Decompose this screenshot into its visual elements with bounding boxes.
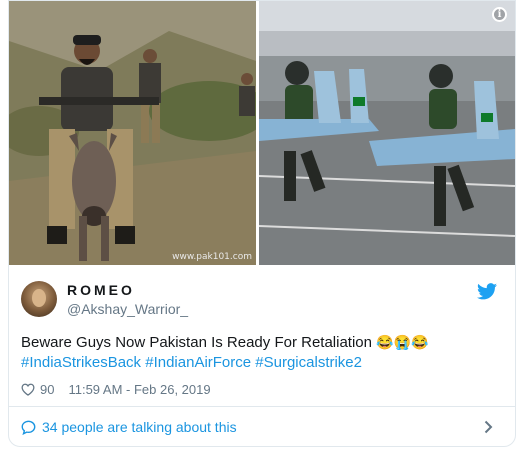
speech-bubble-icon: [21, 420, 36, 435]
avatar[interactable]: [21, 281, 57, 317]
watermark-text: www.pak101.com: [172, 252, 252, 262]
tweet-emojis: 😂😭😂: [376, 334, 429, 350]
user-handle[interactable]: @Akshay_Warrior_: [67, 301, 188, 317]
photo-soldier-on-donkey[interactable]: www.pak101.com: [9, 1, 256, 265]
tweet-card[interactable]: www.pak101.com i ROMEO @Akshay_Warrior_ …: [8, 0, 516, 447]
jet-costume-illustration: [259, 1, 515, 265]
heart-icon[interactable]: [21, 383, 35, 396]
talking-about-label[interactable]: 34 people are talking about this: [42, 419, 237, 435]
tweet-meta: 90 11:59 AM - Feb 26, 2019: [21, 380, 211, 398]
chevron-right-icon[interactable]: [484, 420, 493, 434]
soldier-donkey-illustration: [9, 1, 256, 265]
tweet-timestamp[interactable]: 11:59 AM - Feb 26, 2019: [68, 382, 210, 397]
tweet-text: Beware Guys Now Pakistan Is Ready For Re…: [21, 332, 501, 353]
photo-jet-costumes[interactable]: i: [259, 1, 515, 265]
avatar-face: [32, 289, 46, 307]
tweet-media[interactable]: www.pak101.com i: [9, 1, 515, 265]
info-icon[interactable]: i: [492, 7, 507, 22]
like-count[interactable]: 90: [40, 382, 54, 397]
talking-about-link[interactable]: 34 people are talking about this: [9, 407, 515, 446]
user-display-name[interactable]: ROMEO: [67, 282, 135, 298]
tweet-text-body: Beware Guys Now Pakistan Is Ready For Re…: [21, 334, 372, 351]
twitter-bird-icon[interactable]: [477, 283, 497, 300]
tweet-hashtags[interactable]: #IndiaStrikesBack #IndianAirForce #Surgi…: [21, 353, 501, 373]
